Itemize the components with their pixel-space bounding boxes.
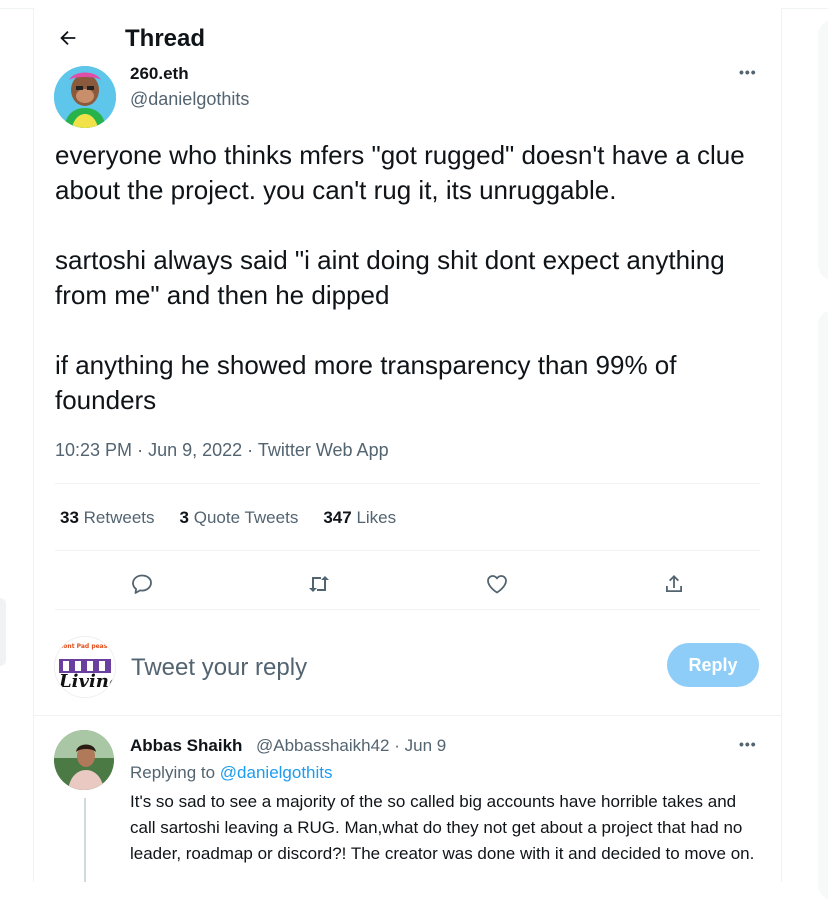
- like-action-button[interactable]: [479, 566, 515, 602]
- thread-connector-line: [84, 798, 86, 882]
- meta-separator: ·: [247, 440, 254, 460]
- meta-separator: ·: [137, 440, 144, 460]
- retweets-stat[interactable]: 33 Retweets: [60, 508, 155, 528]
- right-sidebar: [808, 20, 828, 900]
- author-handle[interactable]: @danielgothits: [130, 89, 249, 110]
- replying-prefix: Replying to: [130, 763, 216, 782]
- tweet-source[interactable]: Twitter Web App: [258, 440, 389, 460]
- back-button[interactable]: [54, 24, 82, 52]
- author-avatar[interactable]: [54, 66, 116, 128]
- likes-count: 347: [323, 508, 352, 527]
- replying-to-link[interactable]: @danielgothits: [220, 763, 333, 782]
- tweet-date[interactable]: Jun 9, 2022: [148, 440, 242, 460]
- reply-more-options-button[interactable]: •••: [739, 736, 757, 752]
- reply-action-button[interactable]: [124, 566, 160, 602]
- quote-tweets-count: 3: [179, 508, 189, 527]
- retweets-count: 33: [60, 508, 79, 527]
- ape-avatar-image: [54, 66, 116, 128]
- heart-icon: [487, 575, 507, 594]
- photo-avatar-image: [54, 730, 114, 790]
- retweet-icon: [309, 576, 329, 592]
- divider: [55, 609, 760, 610]
- replying-to: Replying to @danielgothits: [130, 763, 333, 783]
- tweet-text: everyone who thinks mfers "got rugged" d…: [55, 138, 770, 418]
- author-name[interactable]: 260.eth: [130, 64, 189, 84]
- share-icon: [666, 575, 682, 592]
- current-user-avatar[interactable]: dont Pad pease Living: [54, 636, 116, 698]
- reply-text: It's so sad to see a majority of the so …: [130, 792, 755, 863]
- left-rail-fragment: [0, 598, 6, 666]
- tweet-paragraph: sartoshi always said "i aint doing shit …: [55, 245, 725, 310]
- tweet-stats: 33 Retweets 3 Quote Tweets 347 Likes: [60, 508, 396, 528]
- divider: [55, 550, 760, 551]
- reply-button[interactable]: Reply: [667, 643, 759, 687]
- divider: [34, 715, 781, 716]
- reply-author-name[interactable]: Abbas Shaikh: [130, 736, 242, 756]
- avatar-text-main: Living: [59, 671, 116, 692]
- comment-icon: [132, 574, 152, 594]
- retweet-action-button[interactable]: [301, 566, 337, 602]
- share-action-button[interactable]: [656, 566, 692, 602]
- reply-author-avatar[interactable]: [54, 730, 114, 790]
- tweet-paragraph: if anything he showed more transparency …: [55, 350, 677, 415]
- reply-author-handle-date[interactable]: @Abbasshaikh42 · Jun 9: [256, 736, 446, 756]
- sidebar-panel: [818, 310, 828, 900]
- tweet-metadata: 10:23 PM · Jun 9, 2022 · Twitter Web App: [55, 440, 389, 461]
- quote-tweets-label: Quote Tweets: [193, 508, 299, 527]
- quote-tweets-stat[interactable]: 3 Quote Tweets: [180, 508, 299, 528]
- retweets-label: Retweets: [83, 508, 155, 527]
- likes-label: Likes: [356, 508, 397, 527]
- likes-stat[interactable]: 347 Likes: [323, 508, 396, 528]
- page-title: Thread: [125, 25, 206, 52]
- tweet-paragraph: everyone who thinks mfers "got rugged" d…: [55, 140, 745, 205]
- thread-header: Thread: [34, 8, 781, 64]
- reply-input[interactable]: Tweet your reply: [131, 654, 307, 682]
- tweet-actions: [34, 562, 781, 606]
- reply-composer: dont Pad pease Living Tweet your reply R…: [34, 628, 781, 713]
- arrow-left-icon: [60, 30, 76, 46]
- divider: [55, 483, 760, 484]
- more-options-button[interactable]: •••: [739, 64, 757, 80]
- sidebar-panel: [818, 20, 828, 280]
- thread-column: Thread 260.eth @danielgothits ••• everyo…: [33, 8, 782, 882]
- tweet-time[interactable]: 10:23 PM: [55, 440, 132, 460]
- avatar-text-top: dont Pad pease: [59, 643, 112, 650]
